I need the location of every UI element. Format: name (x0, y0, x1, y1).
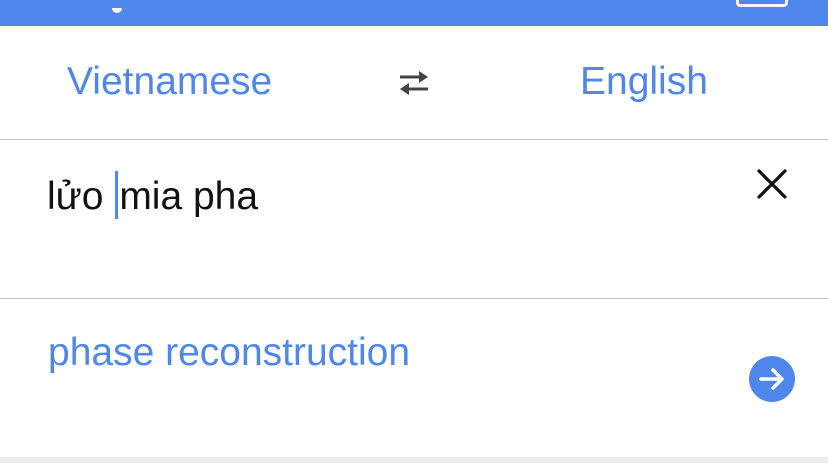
translate-screen: Vietnamese English lửo mia pha phase rec… (0, 0, 828, 463)
source-text-input-area[interactable]: lửo mia pha (0, 140, 828, 299)
app-header-bar (0, 0, 828, 31)
target-language-button[interactable]: English (580, 62, 708, 101)
open-translation-button[interactable] (749, 356, 795, 402)
translation-result-area[interactable]: phase reconstruction (0, 299, 828, 459)
menu-icon[interactable] (736, 0, 788, 7)
input-text-after-caret: mia pha (119, 175, 259, 218)
swap-arrows-icon (400, 71, 428, 95)
source-language-button[interactable]: Vietnamese (67, 62, 272, 101)
input-text-before-caret: lửo (47, 175, 115, 218)
app-logo-fragment (112, 0, 142, 31)
arrow-right-icon (759, 368, 784, 390)
text-caret (115, 171, 119, 219)
swap-languages-button[interactable] (392, 66, 436, 100)
close-icon (757, 169, 787, 199)
bottom-divider-strip (0, 457, 828, 463)
clear-input-button[interactable] (754, 166, 790, 202)
language-selector-row: Vietnamese English (0, 26, 828, 140)
source-text-input[interactable]: lửo mia pha (47, 171, 258, 220)
translation-result-text[interactable]: phase reconstruction (48, 331, 410, 375)
